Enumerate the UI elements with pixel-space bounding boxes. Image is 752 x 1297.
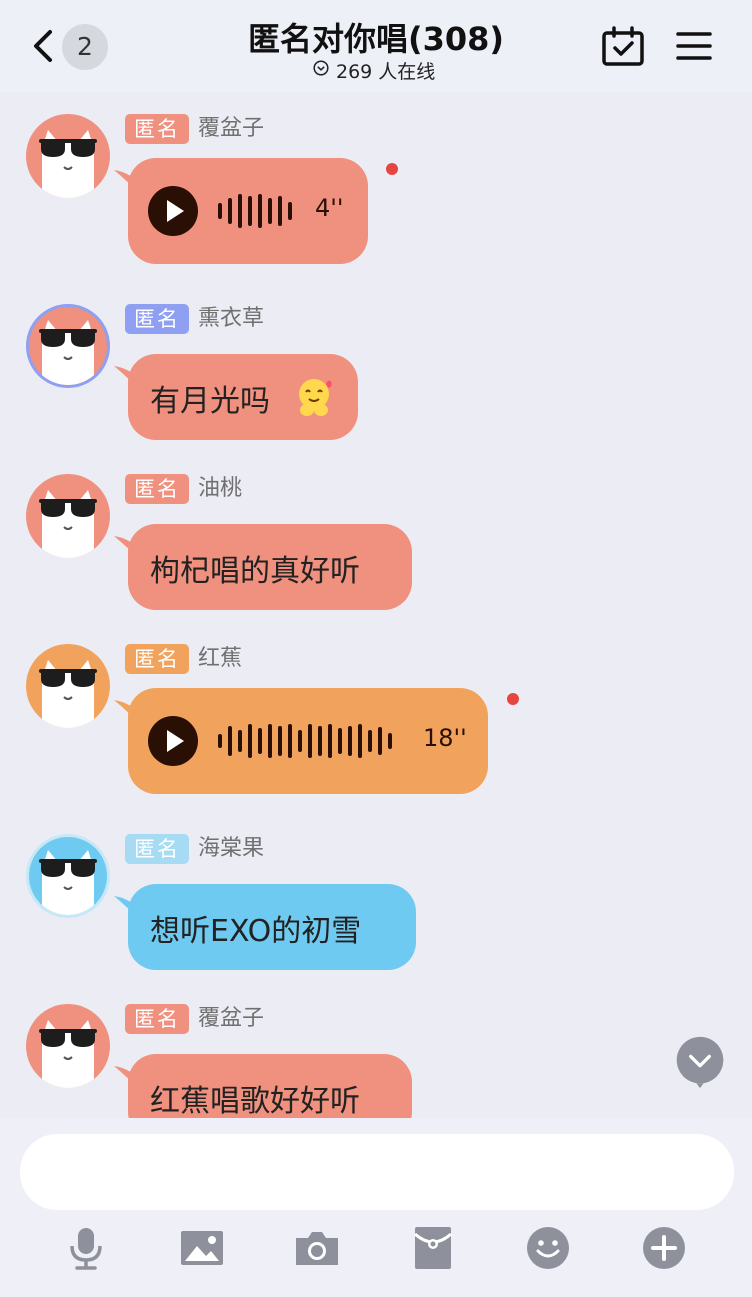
message-text: 有月光吗 [150,384,270,419]
red-packet-icon[interactable] [411,1226,455,1270]
play-icon[interactable] [148,186,198,236]
text-message-bubble[interactable]: 有月光吗 [114,354,358,440]
sender-name: 覆盆子 [198,116,265,141]
message-item: 匿名 海棠果 想听EXO的初雪 [0,812,752,982]
scroll-to-bottom-icon[interactable] [673,1035,727,1089]
bubble-tail [114,896,138,918]
message-list[interactable]: 匿名 覆盆子 4'' 匿名 熏衣草 有月光吗 匿名 油桃 枸杞唱的真好听 匿名 … [0,92,752,1118]
anonymous-tag: 匿名 [125,114,189,144]
menu-icon[interactable] [676,30,712,62]
calendar-check-icon[interactable] [602,26,644,66]
waveform-icon [218,724,392,758]
voice-duration: 18'' [423,724,467,752]
message-item: 匿名 熏衣草 有月光吗 [0,282,752,452]
chevron-circle-icon [313,60,329,76]
group-title[interactable]: 匿名对你唱(308) [200,14,552,60]
back-arrow-icon[interactable] [28,26,62,66]
anonymous-tag: 匿名 [125,304,189,334]
unread-dot [507,693,519,705]
message-text: 红蕉唱歌好好听 [150,1084,360,1118]
message-item: 匿名 覆盆子 4'' [0,92,752,264]
cat-sunglasses-avatar-icon [39,1020,97,1088]
anonymous-tag: 匿名 [125,1004,189,1034]
sender-name: 油桃 [198,476,243,501]
bubble-tail [114,170,138,192]
waveform-icon [218,194,292,228]
message-item: 匿名 油桃 枸杞唱的真好听 [0,452,752,622]
unread-dot [386,163,398,175]
avatar[interactable] [26,304,110,388]
bubble-tail [114,1066,138,1088]
anonymous-tag: 匿名 [125,474,189,504]
emoji-icon[interactable] [526,1226,570,1270]
online-count: 269 人在线 [336,61,436,83]
cat-sunglasses-avatar-icon [39,660,97,728]
unread-count-badge[interactable]: 2 [62,24,108,70]
camera-icon[interactable] [295,1226,339,1270]
avatar[interactable] [26,644,110,728]
message-input[interactable] [20,1134,734,1210]
message-text: 想听EXO的初雪 [150,914,362,949]
plus-icon[interactable] [642,1226,686,1270]
sender-name: 熏衣草 [198,306,265,331]
avatar[interactable] [26,474,110,558]
bubble-tail [114,366,138,388]
sender-name: 红蕉 [198,646,243,671]
text-message-bubble[interactable]: 想听EXO的初雪 [114,884,416,970]
sender-name: 海棠果 [198,836,265,861]
message-item: 匿名 覆盆子 红蕉唱歌好好听 [0,982,752,1118]
online-status[interactable]: 269 人在线 [280,57,480,83]
bubble-tail [114,536,138,558]
avatar[interactable] [26,1004,110,1088]
cat-sunglasses-avatar-icon [39,490,97,558]
voice-duration: 4'' [315,194,344,222]
face-with-hearts-icon [299,379,332,416]
message-text: 枸杞唱的真好听 [150,554,360,589]
text-message-bubble[interactable]: 红蕉唱歌好好听 [114,1054,412,1118]
text-message-bubble[interactable]: 枸杞唱的真好听 [114,524,412,610]
avatar[interactable] [26,834,110,918]
message-item: 匿名 红蕉 18'' [0,622,752,794]
composer-bar [0,1118,752,1297]
cat-sunglasses-avatar-icon [39,850,97,915]
image-icon[interactable] [180,1226,224,1270]
cat-sunglasses-avatar-icon [39,130,97,198]
voice-message-bubble[interactable]: 4'' [114,158,368,264]
avatar[interactable] [26,114,110,198]
cat-sunglasses-avatar-icon [39,320,97,385]
bubble-tail [114,700,138,722]
anonymous-tag: 匿名 [125,644,189,674]
voice-message-bubble[interactable]: 18'' [114,688,488,794]
microphone-icon[interactable] [64,1226,108,1270]
sender-name: 覆盆子 [198,1006,265,1031]
chat-header: 2 匿名对你唱(308) 269 人在线 [0,0,752,92]
play-icon[interactable] [148,716,198,766]
anonymous-tag: 匿名 [125,834,189,864]
